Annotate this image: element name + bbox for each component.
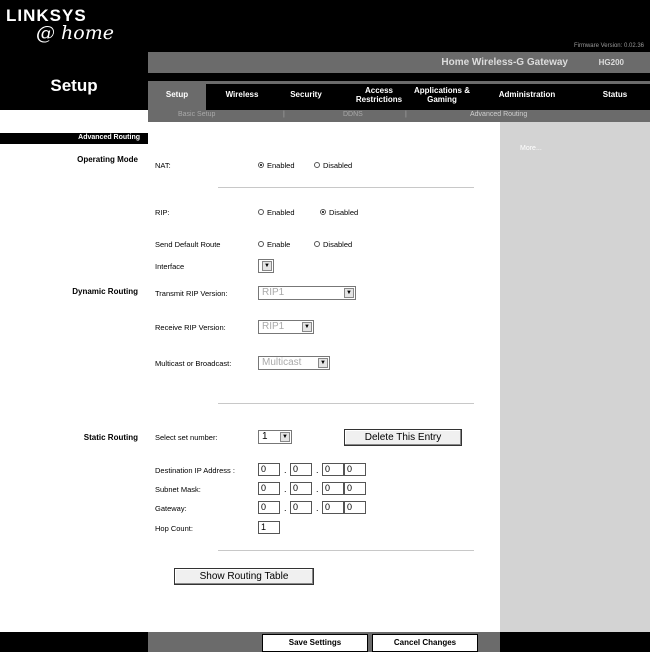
radio-unselected-icon xyxy=(258,209,264,216)
firmware-version: Firmware Version: 0.02.36 xyxy=(573,43,644,49)
gateway-label: Gateway: xyxy=(155,504,187,513)
main-content xyxy=(148,122,500,632)
subnet-octet-2[interactable]: 0 xyxy=(290,482,312,495)
subnav-separator-2: | xyxy=(405,111,407,118)
radio-unselected-icon xyxy=(258,241,264,248)
show-routing-table-button[interactable]: Show Routing Table xyxy=(174,568,314,585)
dest-ip-octet-2[interactable]: 0 xyxy=(290,463,312,476)
tab-wireless[interactable]: Wireless xyxy=(216,90,268,99)
radio-selected-icon xyxy=(258,162,264,169)
send-default-route-enable-radio[interactable]: Enable xyxy=(258,240,290,249)
interface-label: Interface xyxy=(155,262,185,271)
linksys-logo: LINKSYS @ home xyxy=(6,6,114,44)
footer-left xyxy=(0,632,148,652)
model-number: HG200 xyxy=(598,58,624,67)
subnav-advanced-routing[interactable]: Advanced Routing xyxy=(470,111,527,118)
divider xyxy=(218,403,474,404)
sidebar-heading: Advanced Routing xyxy=(78,134,140,141)
nat-disabled-radio[interactable]: Disabled xyxy=(314,161,352,170)
radio-unselected-icon xyxy=(314,241,320,248)
hop-count-label: Hop Count: xyxy=(155,524,193,533)
dest-ip-label: Destination IP Address : xyxy=(155,466,235,475)
subnet-octet-1[interactable]: 0 xyxy=(258,482,280,495)
interface-select[interactable]: ▼ xyxy=(258,259,274,273)
hop-count-input[interactable]: 1 xyxy=(258,521,280,534)
set-number-select[interactable]: 1 ▼ xyxy=(258,430,292,444)
delete-entry-button[interactable]: Delete This Entry xyxy=(344,429,462,446)
chevron-down-icon: ▼ xyxy=(280,432,290,442)
multicast-select[interactable]: Multicast ▼ xyxy=(258,356,330,370)
subnav-ddns[interactable]: DDNS xyxy=(343,111,363,118)
radio-unselected-icon xyxy=(314,162,320,169)
help-panel xyxy=(500,122,650,632)
subnav-separator-1: | xyxy=(283,111,285,118)
subnet-octet-3[interactable]: 0 xyxy=(322,482,344,495)
gateway-octet-2[interactable]: 0 xyxy=(290,501,312,514)
more-link[interactable]: More... xyxy=(520,145,542,152)
receive-rip-label: Receive RIP Version: xyxy=(155,323,226,332)
send-default-route-disabled-radio[interactable]: Disabled xyxy=(314,240,352,249)
chevron-down-icon: ▼ xyxy=(318,358,328,368)
cancel-changes-button[interactable]: Cancel Changes xyxy=(372,634,478,652)
tab-administration[interactable]: Administration xyxy=(480,90,574,99)
receive-rip-select[interactable]: RIP1 ▼ xyxy=(258,320,314,334)
dest-ip-octet-3[interactable]: 0 xyxy=(322,463,344,476)
transmit-rip-label: Transmit RIP Version: xyxy=(155,289,228,298)
dest-ip-octet-4[interactable]: 0 xyxy=(344,463,366,476)
label-dynamic-routing: Dynamic Routing xyxy=(72,287,138,296)
nat-enabled-radio[interactable]: Enabled xyxy=(258,161,295,170)
gateway-octet-3[interactable]: 0 xyxy=(322,501,344,514)
logo-line2: @ home xyxy=(36,22,114,44)
nat-label: NAT: xyxy=(155,161,171,170)
rip-label: RIP: xyxy=(155,208,170,217)
select-set-label: Select set number: xyxy=(155,433,218,442)
product-name: Home Wireless-G Gateway xyxy=(441,57,568,68)
left-column xyxy=(0,122,148,632)
radio-selected-icon xyxy=(320,209,326,216)
label-operating-mode: Operating Mode xyxy=(77,155,138,164)
gateway-octet-4[interactable]: 0 xyxy=(344,501,366,514)
tab-applications-gaming[interactable]: Applications & Gaming xyxy=(414,86,470,104)
rip-disabled-radio[interactable]: Disabled xyxy=(320,208,358,217)
label-static-routing: Static Routing xyxy=(83,433,138,442)
send-default-route-label: Send Default Route xyxy=(155,240,221,249)
subnav-basic-setup[interactable]: Basic Setup xyxy=(178,111,215,118)
footer-right xyxy=(500,632,650,652)
divider xyxy=(218,550,474,551)
tab-access-restrictions[interactable]: Access Restrictions xyxy=(348,86,410,104)
transmit-rip-select[interactable]: RIP1 ▼ xyxy=(258,286,356,300)
sub-navigation-bar xyxy=(148,110,650,122)
gateway-octet-1[interactable]: 0 xyxy=(258,501,280,514)
subnet-label: Subnet Mask: xyxy=(155,485,201,494)
save-settings-button[interactable]: Save Settings xyxy=(262,634,368,652)
chevron-down-icon: ▼ xyxy=(262,261,272,271)
rip-enabled-radio[interactable]: Enabled xyxy=(258,208,295,217)
page-title: Setup xyxy=(50,76,98,95)
multicast-label: Multicast or Broadcast: xyxy=(155,359,232,368)
tab-security[interactable]: Security xyxy=(278,90,334,99)
tab-setup[interactable]: Setup xyxy=(148,90,206,99)
chevron-down-icon: ▼ xyxy=(344,288,354,298)
tab-divider-line xyxy=(206,81,650,84)
subnet-octet-4[interactable]: 0 xyxy=(344,482,366,495)
product-bar xyxy=(148,52,650,73)
divider xyxy=(218,187,474,188)
dest-ip-octet-1[interactable]: 0 xyxy=(258,463,280,476)
chevron-down-icon: ▼ xyxy=(302,322,312,332)
tab-status[interactable]: Status xyxy=(590,90,640,99)
